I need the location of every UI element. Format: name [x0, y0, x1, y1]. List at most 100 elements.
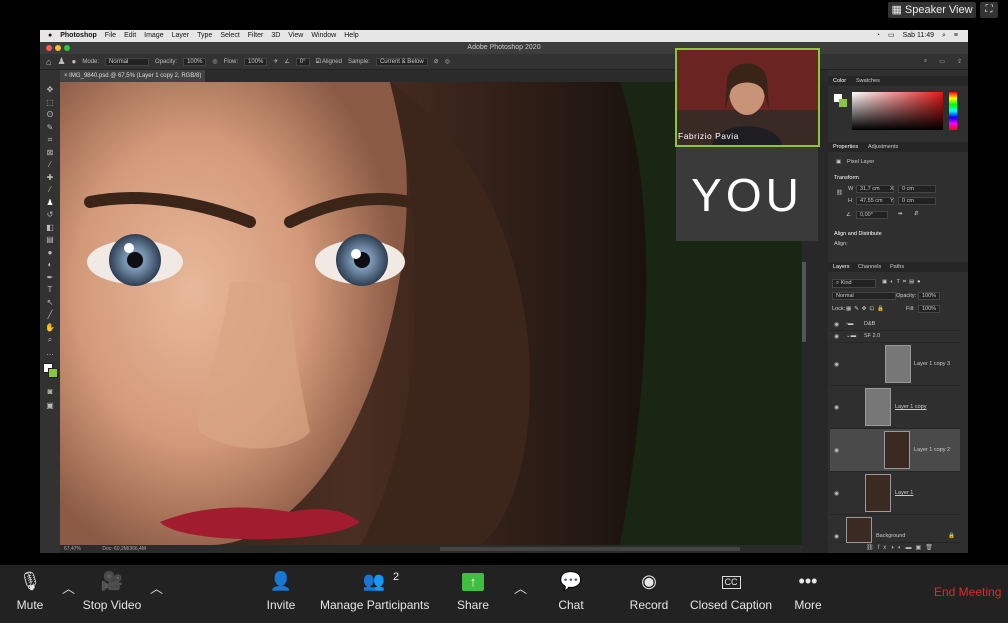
layer-row-selected[interactable]: ◉ Layer 1 copy 2 — [830, 429, 960, 472]
zoom-level[interactable]: 67,47% — [64, 546, 81, 552]
menu-edit[interactable]: Edit — [124, 30, 136, 42]
document-tab[interactable]: × IMG_9840.psd @ 67,5% (Layer 1 copy 2, … — [60, 70, 205, 82]
home-icon[interactable]: ⌂ — [46, 57, 51, 67]
clone-stamp-tool-icon[interactable]: ♟ — [57, 56, 65, 67]
share-options-chevron-icon[interactable]: ︿ — [514, 578, 527, 597]
more-button[interactable]: ••• More — [790, 566, 826, 616]
eye-icon[interactable]: ◉ — [834, 533, 839, 540]
end-meeting-button[interactable]: End Meeting — [934, 585, 1001, 599]
move-tool-icon[interactable]: ✥ — [45, 86, 55, 94]
menu-window[interactable]: Window — [311, 30, 336, 42]
quick-mask-icon[interactable]: ◙ — [45, 388, 55, 396]
brush-preset-icon[interactable]: ● — [72, 57, 77, 66]
zoom-tool-icon[interactable]: ⌕ — [45, 336, 55, 344]
workspace-icon[interactable]: ▭ — [939, 58, 945, 65]
tab-swatches[interactable]: Swatches — [856, 78, 880, 84]
pressure-opacity-icon[interactable]: ◎ — [212, 58, 217, 65]
menu-3d[interactable]: 3D — [271, 30, 280, 42]
flip-horizontal-icon[interactable]: ⇹ — [898, 211, 903, 217]
menu-photoshop[interactable]: Photoshop — [60, 30, 97, 42]
audio-options-chevron-icon[interactable]: ︿ — [62, 578, 75, 597]
invite-button[interactable]: 👤 Invite — [262, 566, 300, 616]
menu-image[interactable]: Image — [144, 30, 163, 42]
layers-footer-icons[interactable]: ⛓fx◑◐▬▣🗑 — [866, 544, 937, 551]
frame-tool-icon[interactable]: ⊠ — [45, 149, 55, 157]
h-field[interactable]: 47,55 cm — [856, 197, 894, 205]
apple-icon[interactable]: ● — [48, 30, 52, 42]
blur-tool-icon[interactable]: ● — [45, 249, 55, 257]
eye-icon[interactable]: ◉ — [834, 447, 839, 454]
pen-tool-icon[interactable]: ✒ — [45, 274, 55, 282]
angle-field[interactable]: 0,00° — [856, 211, 888, 219]
background-color-swatch[interactable] — [48, 368, 58, 378]
battery-icon[interactable]: ▭ — [888, 30, 895, 42]
layer-row[interactable]: ◉ ⌄▬ SF 2.0 — [830, 330, 960, 343]
screen-mode-icon[interactable]: ▣ — [45, 402, 55, 410]
tab-channels[interactable]: Channels — [858, 264, 881, 270]
close-window-icon[interactable] — [46, 45, 52, 51]
search-icon[interactable]: ⌕ — [942, 30, 946, 42]
mode-select[interactable]: Normal — [105, 57, 150, 66]
flip-vertical-icon[interactable]: ⇵ — [914, 211, 919, 217]
stop-video-button[interactable]: 🎥 Stop Video — [80, 566, 144, 616]
layer-opacity-field[interactable]: 100% — [918, 292, 941, 300]
mute-button[interactable]: 🎙 Mute — [10, 566, 50, 616]
hand-tool-icon[interactable]: ✋ — [45, 324, 55, 332]
align-distribute-header[interactable]: Align and Distribute — [834, 231, 882, 237]
eye-icon[interactable]: ◉ — [834, 333, 839, 340]
sample-select[interactable]: Current & Below — [375, 57, 428, 66]
layer-row[interactable]: ◉ Layer 1 — [830, 472, 960, 515]
closed-caption-button[interactable]: CC Closed Caption — [690, 566, 772, 616]
opacity-field[interactable]: 100% — [183, 57, 207, 66]
tab-color[interactable]: Color — [833, 78, 846, 84]
eye-icon[interactable]: ◉ — [834, 490, 839, 497]
gradient-tool-icon[interactable]: ▤ — [45, 236, 55, 244]
marquee-tool-icon[interactable]: ⬚ — [45, 99, 55, 107]
transform-header[interactable]: Transform — [834, 175, 859, 181]
aligned-checkbox[interactable]: ☑ — [316, 58, 321, 65]
shape-tool-icon[interactable]: ╱ — [45, 311, 55, 319]
layer-filter-icons[interactable]: ▣◐T⌗▤● — [882, 279, 924, 286]
lock-icons[interactable]: ▦✎✥⊡🔒 — [846, 306, 887, 312]
menu-layer[interactable]: Layer — [172, 30, 190, 42]
flow-field[interactable]: 100% — [244, 57, 268, 66]
menu-file[interactable]: File — [105, 30, 116, 42]
pressure-size-icon[interactable]: ◎ — [445, 58, 450, 65]
wifi-icon[interactable]: ◔ — [876, 30, 880, 42]
crop-tool-icon[interactable]: ⌗ — [45, 136, 55, 144]
healing-tool-icon[interactable]: ✚ — [45, 174, 55, 182]
eye-icon[interactable]: ◉ — [834, 361, 839, 368]
record-button[interactable]: ◉ Record — [628, 566, 670, 616]
eye-icon[interactable]: ◉ — [834, 404, 839, 411]
more-tools-icon[interactable]: … — [45, 349, 55, 357]
tab-paths[interactable]: Paths — [890, 264, 904, 270]
color-picker-field[interactable] — [852, 92, 943, 130]
menu-view[interactable]: View — [288, 30, 303, 42]
lasso-tool-icon[interactable]: ʘ — [45, 111, 55, 119]
eye-icon[interactable]: ◉ — [834, 321, 839, 328]
blend-mode-select[interactable]: Normal — [832, 292, 896, 300]
minimize-window-icon[interactable] — [55, 45, 61, 51]
link-icon[interactable]: ⛓ — [836, 190, 843, 196]
w-field[interactable]: 31,7 cm — [856, 185, 894, 193]
fill-field[interactable]: 100% — [918, 305, 941, 313]
manage-participants-button[interactable]: 👥 Manage Participants — [320, 566, 429, 616]
angle-field[interactable]: 0° — [295, 57, 310, 66]
airbrush-icon[interactable]: ✈ — [273, 58, 278, 65]
ignore-adjustment-icon[interactable]: ⊘ — [434, 58, 439, 65]
eraser-tool-icon[interactable]: ◧ — [45, 224, 55, 232]
menu-help[interactable]: Help — [344, 30, 358, 42]
menu-filter[interactable]: Filter — [248, 30, 264, 42]
layer-row[interactable]: ◉ Background 🔒 — [830, 515, 960, 543]
brush-tool-icon[interactable]: ⁄ — [45, 186, 55, 194]
color-bg-swatch[interactable] — [839, 99, 847, 107]
canvas-horizontal-scrollbar[interactable] — [440, 547, 740, 551]
tab-layers[interactable]: Layers — [833, 264, 850, 270]
clone-stamp-tool-icon[interactable]: ♟ — [45, 199, 55, 207]
share-icon[interactable]: ⇪ — [957, 58, 962, 65]
menu-type[interactable]: Type — [197, 30, 212, 42]
chat-button[interactable]: 💬 Chat — [552, 566, 590, 616]
clock[interactable]: Sab 11:49 — [903, 30, 934, 42]
search-icon[interactable]: ⌕ — [924, 58, 927, 65]
x-field[interactable]: 0 cm — [898, 185, 936, 193]
